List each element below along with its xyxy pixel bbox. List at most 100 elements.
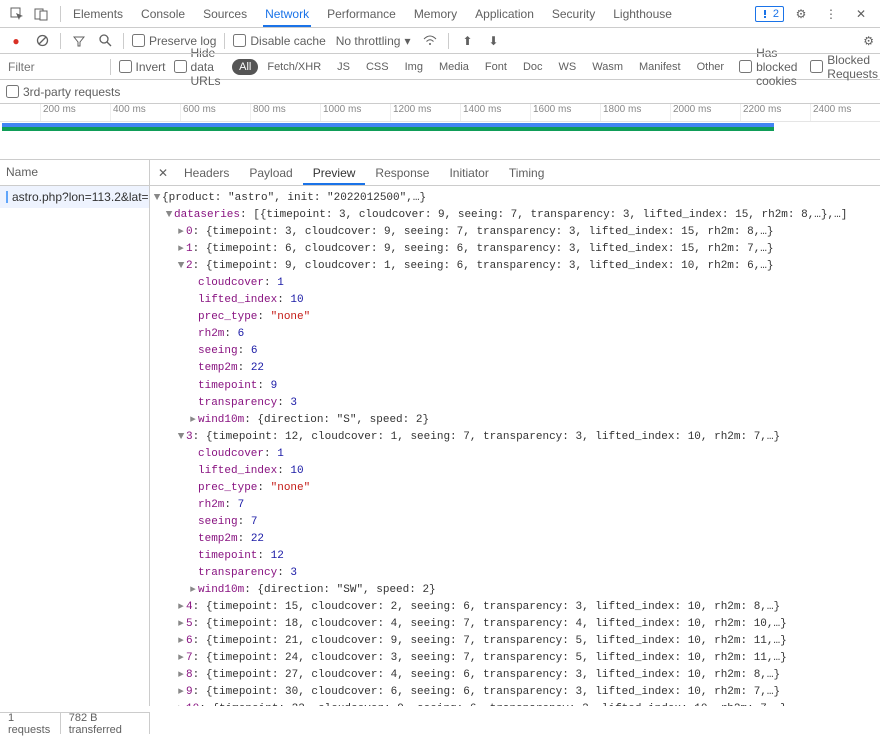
tab-memory[interactable]: Memory bbox=[412, 1, 459, 27]
settings-icon[interactable]: ⚙ bbox=[790, 3, 812, 25]
json-row[interactable]: ▸1: {timepoint: 6, cloudcover: 9, seeing… bbox=[152, 241, 878, 258]
record-icon[interactable]: ● bbox=[6, 31, 26, 51]
device-toggle-icon[interactable] bbox=[30, 3, 52, 25]
close-detail-icon[interactable]: ✕ bbox=[152, 166, 174, 180]
json-row[interactable]: ▼2: {timepoint: 9, cloudcover: 1, seeing… bbox=[152, 258, 878, 275]
detail-tab-timing[interactable]: Timing bbox=[499, 161, 555, 185]
type-filters: AllFetch/XHRJSCSSImgMediaFontDocWSWasmMa… bbox=[232, 59, 731, 75]
errors-badge[interactable]: 2 bbox=[755, 6, 784, 22]
third-party-checkbox[interactable]: 3rd-party requests bbox=[6, 85, 120, 99]
preview-pane[interactable]: ▼{product: "astro", init: "2022012500",…… bbox=[150, 186, 880, 706]
filter-media[interactable]: Media bbox=[432, 59, 476, 75]
invert-checkbox[interactable]: Invert bbox=[119, 60, 166, 74]
requests-count: 1 requests bbox=[0, 713, 61, 734]
close-icon[interactable]: ✕ bbox=[850, 3, 872, 25]
tab-performance[interactable]: Performance bbox=[325, 1, 398, 27]
blocked-requests-checkbox[interactable]: Blocked Requests bbox=[810, 53, 878, 81]
more-icon[interactable]: ⋮ bbox=[820, 3, 842, 25]
tab-security[interactable]: Security bbox=[550, 1, 597, 27]
detail-tab-headers[interactable]: Headers bbox=[174, 161, 239, 185]
json-row[interactable]: ▸6: {timepoint: 21, cloudcover: 9, seein… bbox=[152, 633, 878, 650]
json-row[interactable]: ▸5: {timepoint: 18, cloudcover: 4, seein… bbox=[152, 616, 878, 633]
tab-console[interactable]: Console bbox=[139, 1, 187, 27]
json-row[interactable]: ▸8: {timepoint: 27, cloudcover: 4, seein… bbox=[152, 667, 878, 684]
json-row[interactable]: timepoint: 12 bbox=[152, 548, 878, 565]
detail-tabs: ✕ HeadersPayloadPreviewResponseInitiator… bbox=[150, 160, 880, 186]
json-row[interactable]: ▼dataseries: [{timepoint: 3, cloudcover:… bbox=[152, 207, 878, 224]
json-row[interactable]: ▼{product: "astro", init: "2022012500",…… bbox=[152, 190, 878, 207]
disable-cache-checkbox[interactable]: Disable cache bbox=[233, 34, 325, 48]
json-row[interactable]: cloudcover: 1 bbox=[152, 446, 878, 463]
json-row[interactable]: transparency: 3 bbox=[152, 565, 878, 582]
timeline-bar bbox=[2, 127, 774, 131]
timeline-ruler[interactable]: 200 ms400 ms600 ms800 ms1000 ms1200 ms14… bbox=[0, 104, 880, 122]
detail-tab-payload[interactable]: Payload bbox=[239, 161, 302, 185]
json-row[interactable]: temp2m: 22 bbox=[152, 360, 878, 377]
json-row[interactable]: prec_type: "none" bbox=[152, 309, 878, 326]
clear-icon[interactable] bbox=[32, 31, 52, 51]
request-row[interactable]: astro.php?lon=113.2&lat=23… bbox=[0, 186, 149, 208]
json-row[interactable]: ▸wind10m: {direction: "S", speed: 2} bbox=[152, 412, 878, 429]
json-row[interactable]: temp2m: 22 bbox=[152, 531, 878, 548]
json-row[interactable]: transparency: 3 bbox=[152, 395, 878, 412]
detail-tab-response[interactable]: Response bbox=[365, 161, 439, 185]
download-icon[interactable]: ⬇ bbox=[483, 31, 503, 51]
network-settings-icon[interactable]: ⚙ bbox=[863, 34, 874, 48]
json-row[interactable]: lifted_index: 10 bbox=[152, 292, 878, 309]
json-row[interactable]: ▸9: {timepoint: 30, cloudcover: 6, seein… bbox=[152, 684, 878, 701]
json-row[interactable]: ▸10: {timepoint: 33, cloudcover: 9, seei… bbox=[152, 701, 878, 706]
json-row[interactable]: seeing: 6 bbox=[152, 343, 878, 360]
filter-toggle-icon[interactable] bbox=[69, 31, 89, 51]
json-row[interactable]: timepoint: 9 bbox=[152, 378, 878, 395]
timeline-overview[interactable] bbox=[0, 122, 880, 132]
json-row[interactable]: rh2m: 6 bbox=[152, 326, 878, 343]
preserve-log-checkbox[interactable]: Preserve log bbox=[132, 34, 216, 48]
filter-all[interactable]: All bbox=[232, 59, 258, 75]
tab-application[interactable]: Application bbox=[473, 1, 536, 27]
filter-fetchxhr[interactable]: Fetch/XHR bbox=[260, 59, 328, 75]
tab-lighthouse[interactable]: Lighthouse bbox=[611, 1, 674, 27]
json-row[interactable]: ▸4: {timepoint: 15, cloudcover: 2, seein… bbox=[152, 599, 878, 616]
tab-sources[interactable]: Sources bbox=[201, 1, 249, 27]
filter-font[interactable]: Font bbox=[478, 59, 514, 75]
json-row[interactable]: ▸0: {timepoint: 3, cloudcover: 9, seeing… bbox=[152, 224, 878, 241]
tab-elements[interactable]: Elements bbox=[71, 1, 125, 27]
json-row[interactable]: cloudcover: 1 bbox=[152, 275, 878, 292]
inspect-icon[interactable] bbox=[6, 3, 28, 25]
filter-img[interactable]: Img bbox=[398, 59, 430, 75]
filter-doc[interactable]: Doc bbox=[516, 59, 550, 75]
json-row[interactable]: ▸7: {timepoint: 24, cloudcover: 3, seein… bbox=[152, 650, 878, 667]
detail-tab-initiator[interactable]: Initiator bbox=[439, 161, 498, 185]
panel-tabs: Elements Console Sources Network Performance… bbox=[71, 1, 674, 27]
json-row[interactable]: ▼3: {timepoint: 12, cloudcover: 1, seein… bbox=[152, 429, 878, 446]
chevron-down-icon: ▾ bbox=[404, 34, 410, 48]
tab-network[interactable]: Network bbox=[263, 1, 311, 27]
request-detail: ✕ HeadersPayloadPreviewResponseInitiator… bbox=[150, 160, 880, 706]
request-name: astro.php?lon=113.2&lat=23… bbox=[12, 190, 149, 204]
filter-input[interactable] bbox=[2, 58, 102, 76]
search-icon[interactable] bbox=[95, 31, 115, 51]
name-column-header[interactable]: Name bbox=[0, 160, 149, 186]
request-list: Name astro.php?lon=113.2&lat=23… 1 reque… bbox=[0, 160, 150, 706]
filter-js[interactable]: JS bbox=[330, 59, 357, 75]
json-row[interactable]: lifted_index: 10 bbox=[152, 463, 878, 480]
filter-wasm[interactable]: Wasm bbox=[585, 59, 630, 75]
document-icon bbox=[6, 191, 8, 203]
filter-css[interactable]: CSS bbox=[359, 59, 396, 75]
network-toolbar: ● Preserve log Disable cache No throttli… bbox=[0, 28, 880, 54]
filter-other[interactable]: Other bbox=[690, 59, 732, 75]
filter-ws[interactable]: WS bbox=[552, 59, 584, 75]
transferred-size: 782 B transferred bbox=[61, 713, 150, 734]
wifi-icon[interactable] bbox=[420, 31, 440, 51]
json-row[interactable]: ▸wind10m: {direction: "SW", speed: 2} bbox=[152, 582, 878, 599]
detail-tab-preview[interactable]: Preview bbox=[303, 161, 366, 185]
json-row[interactable]: prec_type: "none" bbox=[152, 480, 878, 497]
throttling-select[interactable]: No throttling ▾ bbox=[332, 32, 415, 50]
status-bar: 1 requests 782 B transferred bbox=[0, 712, 150, 734]
json-row[interactable]: seeing: 7 bbox=[152, 514, 878, 531]
filter-manifest[interactable]: Manifest bbox=[632, 59, 688, 75]
filter-bar: Invert Hide data URLs AllFetch/XHRJSCSSI… bbox=[0, 54, 880, 80]
json-row[interactable]: rh2m: 7 bbox=[152, 497, 878, 514]
devtools-topbar: Elements Console Sources Network Performance… bbox=[0, 0, 880, 28]
upload-icon[interactable]: ⬆ bbox=[457, 31, 477, 51]
